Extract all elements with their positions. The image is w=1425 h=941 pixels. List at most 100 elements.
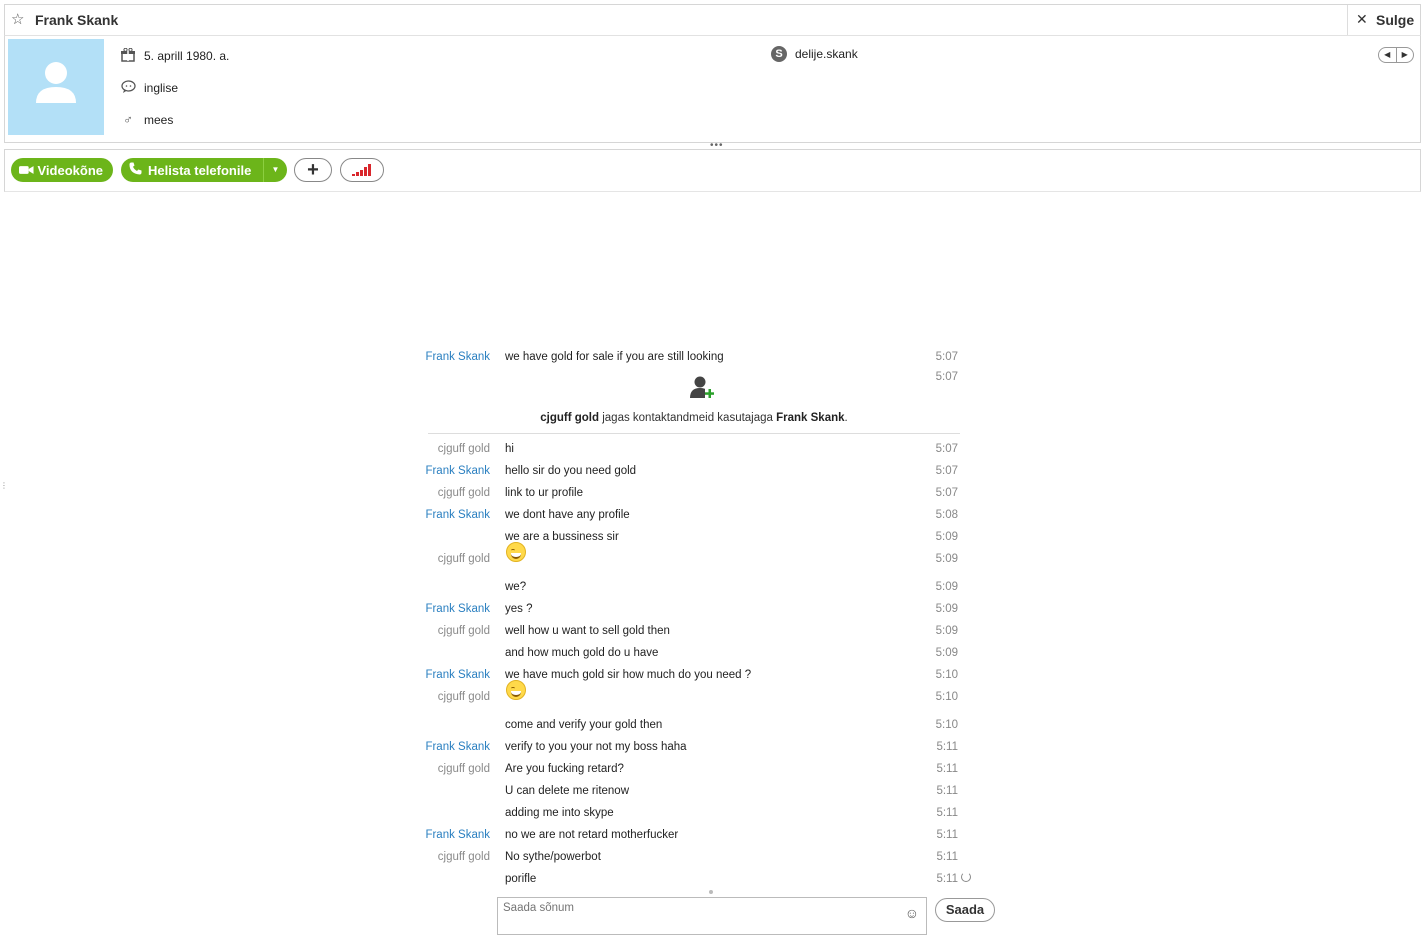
prev-arrow-icon[interactable]: ◀	[1379, 48, 1397, 62]
language-row: inglise	[119, 78, 178, 98]
message-time: 5:11	[936, 763, 958, 775]
favorite-star-icon[interactable]: ☆	[11, 11, 27, 29]
profile-nav-arrows: ◀ ▶	[1378, 47, 1414, 63]
message-row: cjguff gold 5:09	[428, 542, 960, 570]
message-time: 5:09	[935, 603, 958, 615]
grin-emoticon-icon	[506, 680, 526, 700]
message-time: 5:11	[936, 829, 958, 841]
message-row: cjguff gold 5:10	[428, 680, 960, 708]
contact-share-notice: 5:07 cjguff gold jagas kontaktandmeid ka…	[428, 360, 960, 434]
message-row: adding me into skype 5:11	[428, 804, 960, 824]
message-text: adding me into skype	[505, 807, 614, 819]
male-symbol-icon: ♂	[123, 112, 133, 127]
message-time: 5:07	[935, 487, 958, 499]
phone-icon	[129, 162, 142, 178]
speech-bubble-icon	[119, 80, 137, 96]
message-sender[interactable]: Frank Skank	[425, 741, 490, 753]
message-sender[interactable]: cjguff gold	[438, 851, 490, 863]
close-icon: ✕	[1356, 11, 1368, 27]
message-row: Frank Skank yes ? 5:09	[425, 600, 960, 620]
call-phone-label: Helista telefonile	[148, 162, 252, 178]
birthday-text: 5. aprill 1980. a.	[144, 49, 230, 63]
share-end: .	[844, 412, 848, 424]
message-time: 5:11	[936, 741, 958, 753]
message-row: cjguff gold No sythe/powerbot 5:11	[428, 848, 960, 868]
message-sender[interactable]: Frank Skank	[425, 465, 490, 477]
message-sender[interactable]: Frank Skank	[425, 509, 490, 521]
message-sender[interactable]: cjguff gold	[438, 625, 490, 637]
message-text: hello sir do you need gold	[505, 465, 637, 477]
message-sender[interactable]: Frank Skank	[425, 829, 490, 841]
contact-share-time: 5:07	[935, 371, 958, 383]
message-time: 5:11	[936, 873, 958, 885]
video-call-button[interactable]: Videokõne	[11, 158, 113, 182]
message-text: No sythe/powerbot	[505, 851, 601, 863]
avatar	[8, 39, 104, 135]
message-row: Frank Skank we dont have any profile 5:08	[425, 506, 960, 526]
message-time: 5:09	[935, 581, 958, 593]
message-row: cjguff gold Are you fucking retard? 5:11	[428, 760, 960, 780]
chevron-down-icon: ▼	[271, 165, 280, 174]
share-sender: cjguff gold	[540, 412, 600, 424]
message-sender[interactable]: cjguff gold	[438, 691, 490, 703]
message-row: cjguff gold hi 5:07	[428, 440, 960, 460]
message-row: Frank Skank hello sir do you need gold 5:0…	[425, 462, 960, 482]
send-button[interactable]: Saada	[935, 898, 995, 922]
message-sender[interactable]: Frank Skank	[425, 669, 490, 681]
message-text: porifle	[505, 873, 537, 885]
gender-row: ♂ mees	[119, 110, 173, 130]
message-sender[interactable]: cjguff gold	[438, 443, 490, 455]
close-button[interactable]: ✕ Sulge	[1347, 5, 1420, 35]
skype-name-row: S delije.skank	[771, 46, 858, 62]
next-arrow-icon[interactable]: ▶	[1397, 48, 1414, 62]
message-time: 5:10	[935, 691, 958, 703]
video-call-label: Videokõne	[37, 162, 103, 178]
message-row: cjguff gold well how u want to sell gold …	[428, 622, 960, 642]
message-text: no we are not retard motherfucker	[505, 829, 679, 841]
profile-panel: 5. aprill 1980. a. inglise ♂ mees S deli…	[4, 36, 1421, 143]
message-text: Are you fucking retard?	[505, 763, 624, 775]
message-sender[interactable]: cjguff gold	[438, 487, 490, 499]
message-text: we?	[505, 581, 527, 593]
message-row: Frank Skank verify to you your not my bos…	[425, 738, 960, 758]
title-bar: ☆ Frank Skank ✕ Sulge	[4, 4, 1421, 36]
message-text: and how much gold do u have	[505, 647, 659, 659]
message-row: U can delete me ritenow 5:11	[428, 782, 960, 802]
message-row: porifle 5:11	[428, 870, 960, 890]
message-sender[interactable]: Frank Skank	[425, 603, 490, 615]
message-sender[interactable]: cjguff gold	[438, 763, 490, 775]
message-row: cjguff gold link to ur profile 5:07	[428, 484, 960, 504]
call-options-dropdown[interactable]: ▼	[263, 158, 287, 182]
emoticon-icon[interactable]: ☺	[905, 905, 919, 921]
chat-history: Frank Skank we have gold for sale if you …	[0, 192, 1425, 941]
birthday-row: 5. aprill 1980. a.	[119, 46, 229, 66]
video-camera-icon	[19, 166, 34, 174]
gift-icon	[119, 47, 137, 64]
sending-spinner-icon	[961, 872, 971, 882]
plus-icon: +	[307, 158, 319, 181]
message-time: 5:09	[935, 553, 958, 565]
message-time: 5:09	[935, 625, 958, 637]
add-participant-button[interactable]: +	[294, 158, 332, 182]
call-quality-button[interactable]	[340, 158, 384, 182]
message-input[interactable]	[503, 902, 893, 914]
message-time: 5:09	[935, 647, 958, 659]
message-input-box[interactable]: ☺	[497, 897, 927, 935]
message-text: U can delete me ritenow	[505, 785, 630, 797]
message-text: we are a bussiness sir	[505, 531, 619, 543]
message-text: we have much gold sir how much do you ne…	[505, 669, 752, 681]
composer-resize-icon[interactable]	[709, 890, 713, 894]
grin-emoticon-icon	[506, 542, 526, 562]
message-time: 5:08	[935, 509, 958, 521]
message-text: verify to you your not my boss haha	[505, 741, 687, 753]
share-middle: jagas kontaktandmeid kasutajaga	[599, 412, 777, 424]
message-row: we? 5:09	[428, 578, 960, 598]
message-row: come and verify your gold then 5:10	[428, 716, 960, 736]
message-text: link to ur profile	[505, 487, 583, 499]
message-time: 5:07	[935, 443, 958, 455]
message-sender[interactable]: cjguff gold	[438, 553, 490, 565]
contact-share-text: cjguff gold jagas kontaktandmeid kasutaj…	[428, 412, 960, 424]
contact-title: Frank Skank	[35, 12, 119, 28]
message-time: 5:07	[935, 465, 958, 477]
call-phone-button[interactable]: Helista telefonile	[121, 158, 263, 182]
